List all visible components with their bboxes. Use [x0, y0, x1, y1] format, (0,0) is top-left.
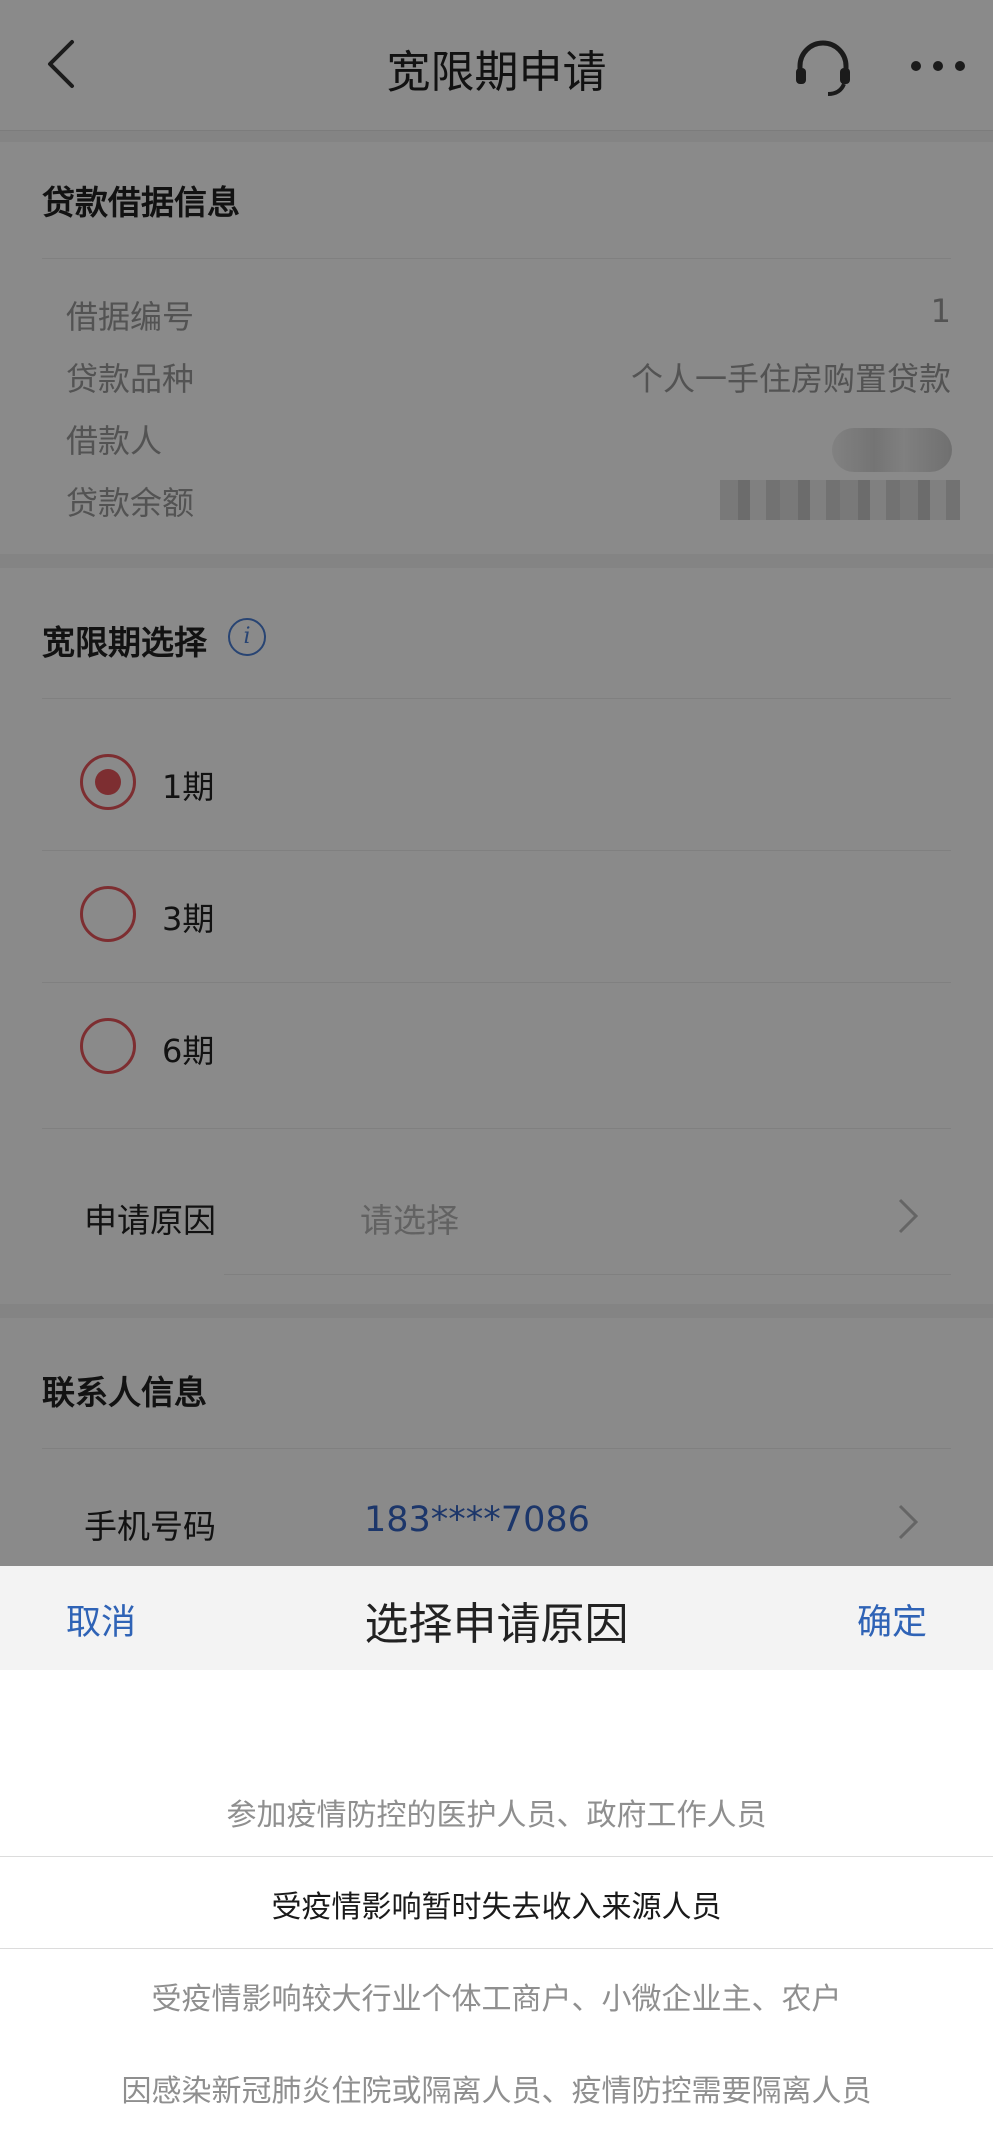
picker-toolbar: 取消 选择申请原因 确定: [0, 1566, 993, 1670]
page: 宽限期申请 贷款借据信息 借据编号 1 贷款品种 个人一手住房购置贷款 借款人 …: [0, 0, 993, 2132]
modal-overlay[interactable]: [0, 0, 993, 1566]
reason-picker-sheet: 取消 选择申请原因 确定 参加疫情防控的医护人员、政府工作人员 受疫情影响暂时失…: [0, 1566, 993, 2132]
picker-option-selected[interactable]: 受疫情影响暂时失去收入来源人员: [0, 1882, 993, 1926]
picker-option[interactable]: 因感染新冠肺炎住院或隔离人员、疫情防控需要隔离人员: [0, 2066, 993, 2110]
picker-title: 选择申请原因: [364, 1599, 629, 1650]
picker-option[interactable]: 受疫情影响较大行业个体工商户、小微企业主、农户: [0, 1974, 993, 2018]
picker-option[interactable]: 参加疫情防控的医护人员、政府工作人员: [0, 1790, 993, 1834]
confirm-button[interactable]: 确定: [857, 1594, 927, 1645]
